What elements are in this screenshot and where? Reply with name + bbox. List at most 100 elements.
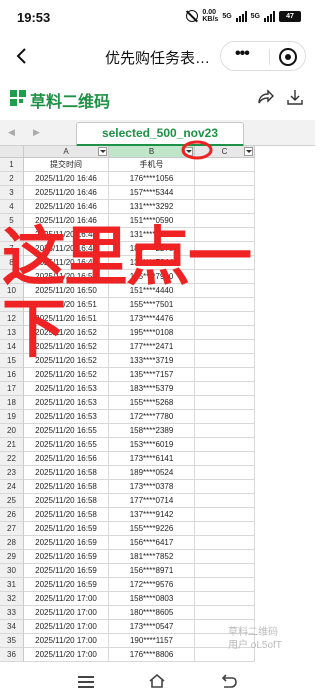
menu-icon[interactable]	[78, 676, 94, 688]
row-number[interactable]: 36	[0, 648, 24, 662]
cell-submit-time[interactable]: 2025/11/20 16:58	[24, 494, 109, 508]
cell-phone[interactable]: 155****9226	[109, 522, 195, 536]
cell-phone[interactable]: 172****9576	[109, 578, 195, 592]
row-number[interactable]: 19	[0, 410, 24, 424]
corner-cell[interactable]	[0, 146, 24, 158]
cell-c[interactable]	[195, 592, 255, 606]
cell-submit-time[interactable]: 2025/11/20 16:58	[24, 508, 109, 522]
cell-submit-time[interactable]: 2025/11/20 16:55	[24, 424, 109, 438]
cell-phone[interactable]: 173****0547	[109, 620, 195, 634]
next-sheet-icon[interactable]: ▶	[33, 127, 40, 138]
download-icon[interactable]	[286, 88, 304, 106]
row-number[interactable]: 34	[0, 620, 24, 634]
cell-phone[interactable]: 189****0524	[109, 466, 195, 480]
cell-submit-time[interactable]: 2025/11/20 17:00	[24, 592, 109, 606]
cell-phone[interactable]: 135****7157	[109, 368, 195, 382]
cell-c[interactable]	[195, 578, 255, 592]
filter-dropdown-a[interactable]	[98, 147, 107, 156]
cell-phone[interactable]: 155****5268	[109, 396, 195, 410]
cell-phone[interactable]: 158****2389	[109, 424, 195, 438]
more-icon[interactable]: •••	[235, 45, 250, 63]
cell-phone[interactable]: 176****8806	[109, 648, 195, 662]
cell-submit-time[interactable]: 2025/11/20 16:56	[24, 452, 109, 466]
cell-c[interactable]	[195, 536, 255, 550]
cell-phone[interactable]: 137****9142	[109, 508, 195, 522]
cell-submit-time[interactable]: 2025/11/20 16:59	[24, 522, 109, 536]
cell-submit-time[interactable]: 2025/11/20 16:59	[24, 550, 109, 564]
filter-dropdown-c[interactable]	[244, 147, 253, 156]
row-number[interactable]: 1	[0, 158, 24, 172]
row-number[interactable]: 25	[0, 494, 24, 508]
cell-phone[interactable]: 156****6417	[109, 536, 195, 550]
cell-submit-time[interactable]: 2025/11/20 16:52	[24, 368, 109, 382]
cell-phone[interactable]: 180****8605	[109, 606, 195, 620]
cell-c[interactable]	[195, 424, 255, 438]
cell-phone[interactable]: 176****1056	[109, 172, 195, 186]
row-number[interactable]: 35	[0, 634, 24, 648]
share-icon[interactable]	[256, 88, 274, 106]
row-number[interactable]: 32	[0, 592, 24, 606]
cell-c[interactable]	[195, 438, 255, 452]
cell-phone[interactable]: 173****6141	[109, 452, 195, 466]
cell-submit-time[interactable]: 2025/11/20 16:55	[24, 438, 109, 452]
back-icon[interactable]	[12, 46, 32, 66]
target-icon[interactable]	[279, 48, 297, 66]
cell-c[interactable]	[195, 452, 255, 466]
cell-submit-time[interactable]: 2025/11/20 16:59	[24, 536, 109, 550]
cell-phone[interactable]: 156****8971	[109, 564, 195, 578]
sheet-tab-selected[interactable]: selected_500_nov23	[76, 122, 244, 147]
cell-submit-time[interactable]: 2025/11/20 17:00	[24, 634, 109, 648]
cell-c[interactable]	[195, 368, 255, 382]
cell-submit-time[interactable]: 提交时间	[24, 158, 109, 172]
row-number[interactable]: 20	[0, 424, 24, 438]
cell-phone[interactable]: 173****0378	[109, 480, 195, 494]
cell-c[interactable]	[195, 564, 255, 578]
row-number[interactable]: 26	[0, 508, 24, 522]
cell-c[interactable]	[195, 550, 255, 564]
cell-c[interactable]	[195, 466, 255, 480]
cell-c[interactable]	[195, 186, 255, 200]
row-number[interactable]: 3	[0, 186, 24, 200]
cell-submit-time[interactable]: 2025/11/20 16:46	[24, 172, 109, 186]
cell-phone[interactable]: 172****7780	[109, 410, 195, 424]
cell-phone[interactable]: 190****1157	[109, 634, 195, 648]
cell-phone[interactable]: 131****3292	[109, 200, 195, 214]
row-number[interactable]: 28	[0, 536, 24, 550]
cell-c[interactable]	[195, 522, 255, 536]
back-nav-icon[interactable]	[220, 672, 238, 690]
cell-phone[interactable]: 181****7852	[109, 550, 195, 564]
cell-phone[interactable]: 157****5344	[109, 186, 195, 200]
row-number[interactable]: 29	[0, 550, 24, 564]
cell-c[interactable]	[195, 494, 255, 508]
row-number[interactable]: 17	[0, 382, 24, 396]
cell-submit-time[interactable]: 2025/11/20 16:53	[24, 410, 109, 424]
cell-c[interactable]	[195, 508, 255, 522]
row-number[interactable]: 23	[0, 466, 24, 480]
prev-sheet-icon[interactable]: ◀	[8, 127, 15, 138]
cell-phone[interactable]: 153****6019	[109, 438, 195, 452]
cell-submit-time[interactable]: 2025/11/20 16:58	[24, 480, 109, 494]
row-number[interactable]: 21	[0, 438, 24, 452]
row-number[interactable]: 18	[0, 396, 24, 410]
cell-c[interactable]	[195, 410, 255, 424]
cell-c[interactable]	[195, 396, 255, 410]
row-number[interactable]: 31	[0, 578, 24, 592]
cell-c[interactable]	[195, 480, 255, 494]
cell-c[interactable]	[195, 172, 255, 186]
row-number[interactable]: 2	[0, 172, 24, 186]
cell-submit-time[interactable]: 2025/11/20 17:00	[24, 648, 109, 662]
row-number[interactable]: 33	[0, 606, 24, 620]
column-header-a[interactable]: A	[24, 146, 109, 158]
cell-c[interactable]	[195, 382, 255, 396]
cell-c[interactable]	[195, 200, 255, 214]
cell-submit-time[interactable]: 2025/11/20 16:53	[24, 396, 109, 410]
cell-phone[interactable]: 158****0803	[109, 592, 195, 606]
cell-submit-time[interactable]: 2025/11/20 17:00	[24, 620, 109, 634]
row-number[interactable]: 30	[0, 564, 24, 578]
cell-submit-time[interactable]: 2025/11/20 16:59	[24, 564, 109, 578]
row-number[interactable]: 27	[0, 522, 24, 536]
cell-submit-time[interactable]: 2025/11/20 16:58	[24, 466, 109, 480]
row-number[interactable]: 4	[0, 200, 24, 214]
cell-submit-time[interactable]: 2025/11/20 17:00	[24, 606, 109, 620]
cell-submit-time[interactable]: 2025/11/20 16:46	[24, 200, 109, 214]
